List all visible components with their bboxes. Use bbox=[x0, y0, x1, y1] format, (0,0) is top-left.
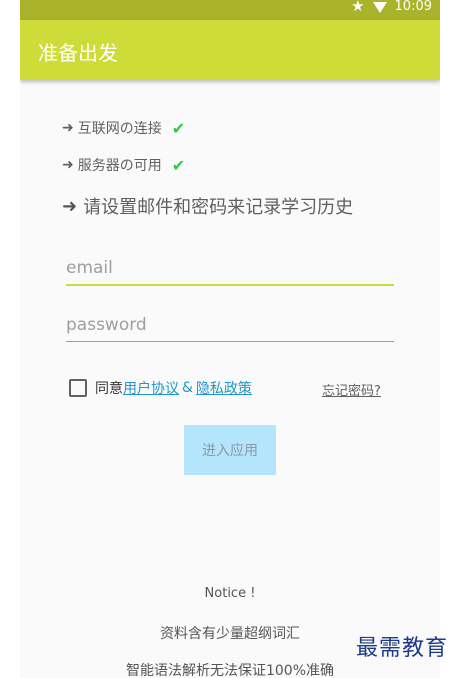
email-field[interactable] bbox=[66, 254, 394, 282]
agree-label: 同意 bbox=[95, 381, 123, 397]
server-check-row: ➜ 服务器の可用 ✔ bbox=[62, 155, 185, 175]
agreement-row: 同意 用户协议 & 隐私政策 bbox=[69, 378, 252, 398]
instruction-text: ➜ 请设置邮件和密码来记录学习历史 bbox=[62, 193, 353, 219]
phone-screen: ★ 10:09 准备出发 ➜ 互联网の连接 ✔ ➜ 服务器の可用 ✔ ➜ 请设置… bbox=[20, 0, 440, 678]
arrow-right-icon: ➜ bbox=[62, 195, 78, 217]
privacy-policy-link[interactable]: 隐私政策 bbox=[196, 378, 252, 398]
ampersand-text: & bbox=[182, 380, 193, 396]
forgot-password-link[interactable]: 忘记密码? bbox=[322, 380, 381, 399]
status-time: 10:09 bbox=[394, 0, 432, 14]
internet-check-row: ➜ 互联网の连接 ✔ bbox=[62, 118, 185, 138]
star-icon: ★ bbox=[351, 0, 365, 15]
password-field-container bbox=[66, 311, 394, 342]
wifi-icon bbox=[372, 1, 387, 13]
enter-app-button[interactable]: 进入应用 bbox=[184, 425, 276, 475]
arrow-right-icon: ➜ bbox=[62, 120, 74, 136]
app-bar: 准备出发 bbox=[20, 20, 440, 80]
status-bar: ★ 10:09 bbox=[20, 0, 440, 20]
app-title: 准备出发 bbox=[38, 41, 118, 65]
agree-checkbox[interactable] bbox=[69, 379, 87, 397]
check-icon: ✔ bbox=[171, 118, 186, 138]
internet-check-label: 互联网の连接 bbox=[77, 121, 162, 137]
check-icon: ✔ bbox=[171, 155, 186, 175]
instruction-label: 请设置邮件和密码来记录学习历史 bbox=[83, 197, 354, 218]
notice-title: Notice ! bbox=[204, 586, 256, 601]
password-field[interactable] bbox=[66, 311, 394, 339]
watermark: 最需教育 bbox=[356, 636, 449, 661]
user-agreement-link[interactable]: 用户协议 bbox=[123, 378, 179, 398]
arrow-right-icon: ➜ bbox=[62, 157, 74, 173]
server-check-label: 服务器の可用 bbox=[77, 158, 162, 174]
email-field-container bbox=[66, 254, 394, 286]
notice-line-2: 智能语法解析无法保证100%准确 bbox=[125, 663, 335, 678]
